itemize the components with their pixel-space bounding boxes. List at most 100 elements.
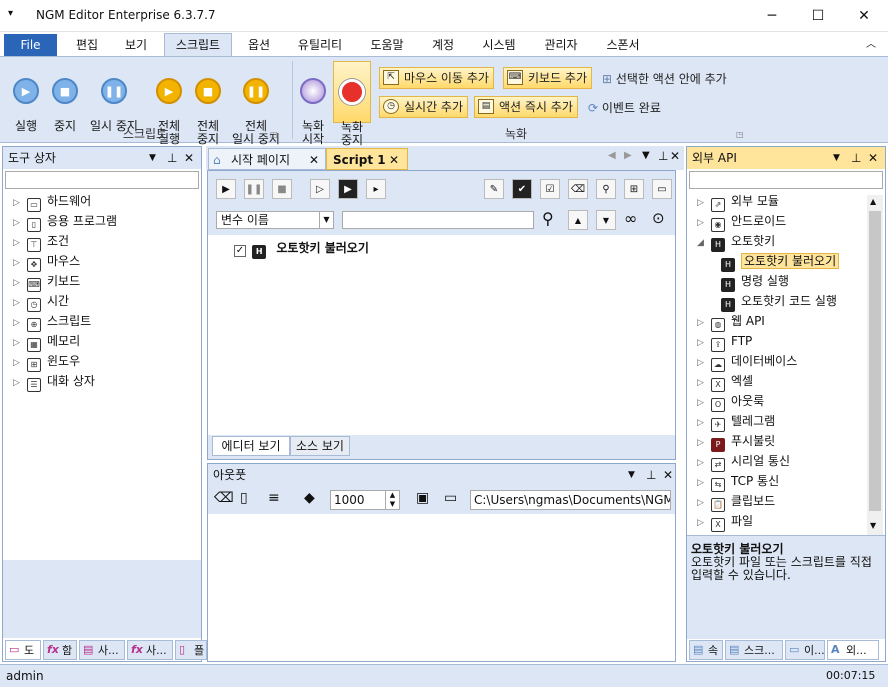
toolbox-item[interactable]: ▷ ◷ 시간: [13, 291, 69, 313]
list-icon[interactable]: ≡: [268, 490, 280, 506]
check-all-icon[interactable]: ✔: [512, 179, 532, 199]
api-scrollbar[interactable]: ▲ ▼: [867, 195, 883, 535]
loop-icon[interactable]: ∞: [624, 209, 637, 228]
dropdown-icon[interactable]: ▼: [833, 147, 840, 169]
close-icon[interactable]: ✕: [663, 464, 673, 486]
tab-help[interactable]: 도움말: [358, 34, 416, 56]
scroll-down-icon[interactable]: ▼: [870, 521, 876, 530]
run-button[interactable]: ▶ 실행: [6, 65, 46, 133]
api-item[interactable]: ▷ ⇪ FTP: [697, 331, 752, 352]
api-item[interactable]: ▷ ◉ 안드로이드: [697, 211, 786, 232]
api-item[interactable]: H 명령 실행: [717, 271, 789, 292]
scroll-up-icon[interactable]: ▲: [870, 197, 876, 206]
tab-file[interactable]: File: [4, 34, 57, 56]
api-item[interactable]: ▷ 📋 클립보드: [697, 491, 775, 513]
output-path-input[interactable]: C:\Users\ngmas\Documents\NGM6\: [470, 490, 671, 510]
expand-icon[interactable]: ▷: [13, 333, 23, 353]
pin-icon[interactable]: ⊥: [851, 147, 861, 169]
api-item[interactable]: ◢ H 오토핫키: [697, 231, 775, 253]
tab-script-1[interactable]: Script 1 ✕: [326, 148, 408, 170]
expand-icon[interactable]: ▷: [697, 493, 707, 513]
collapse-ribbon-icon[interactable]: ︿: [862, 34, 880, 56]
close-tab-icon[interactable]: ✕: [389, 149, 399, 171]
add-in-selected-button[interactable]: ⊞ 선택한 액션 안에 추가: [602, 70, 727, 87]
tab-script[interactable]: 스크립트: [164, 33, 232, 57]
expand-icon[interactable]: ▷: [697, 313, 707, 333]
api-item[interactable]: ▷ X 파일: [697, 511, 753, 533]
toolbox-item[interactable]: ▷ ✥ 마우스: [13, 251, 80, 273]
expand-icon[interactable]: ▷: [13, 233, 23, 253]
play-icon[interactable]: ▶: [216, 179, 236, 199]
clear-icon[interactable]: ⌫: [214, 490, 234, 506]
tab-admin[interactable]: 관리자: [532, 34, 590, 56]
run-from-icon[interactable]: ▶: [338, 179, 358, 199]
more-icon[interactable]: ⊙: [652, 209, 665, 227]
variable-select[interactable]: 변수 이름 ▼: [216, 211, 334, 229]
api-item[interactable]: ▷ ⇄ 시리얼 통신: [697, 451, 790, 473]
check-icon[interactable]: ☑: [540, 179, 560, 199]
system-menu-icon[interactable]: ▾: [8, 8, 13, 19]
toolbox-item[interactable]: ▷ ⌨ 키보드: [13, 271, 80, 293]
expand-icon[interactable]: ▷: [697, 453, 707, 473]
maximize-button[interactable]: ☐: [795, 0, 841, 32]
output-log[interactable]: [208, 514, 675, 661]
tab-list-icon[interactable]: ▼: [642, 150, 650, 161]
toolbox-item[interactable]: ▷ ⊤ 조건: [13, 231, 69, 253]
pin-icon[interactable]: ⊥: [646, 464, 656, 486]
expand-icon[interactable]: ▷: [13, 213, 23, 233]
expand-icon[interactable]: ◢: [697, 233, 707, 253]
save-icon[interactable]: ▣: [416, 490, 429, 506]
eraser-icon[interactable]: ◆: [304, 490, 315, 506]
tab-sponsor[interactable]: 스폰서: [594, 34, 652, 56]
toolbox-item[interactable]: ▷ ☰ 대화 상자: [13, 371, 95, 392]
toolbox-item[interactable]: ▷ ▯ 응용 프로그램: [13, 211, 117, 233]
tab-editor-view[interactable]: 에디터 보기: [212, 436, 290, 456]
toolbox-item[interactable]: ▷ ▭ 하드웨어: [13, 191, 91, 212]
stop-icon[interactable]: ■: [272, 179, 292, 199]
expand-icon[interactable]: ▷: [697, 393, 707, 413]
expand-icon[interactable]: ▷: [697, 353, 707, 373]
variable-value-input[interactable]: [342, 211, 534, 229]
tab-source-view[interactable]: 소스 보기: [290, 436, 350, 456]
expand-icon[interactable]: ▷: [697, 433, 707, 453]
record-stop-button[interactable]: 녹화 중지: [333, 61, 371, 147]
api-bottom-tab[interactable]: ▭ 이...: [785, 640, 825, 660]
tab-view[interactable]: 보기: [112, 34, 160, 56]
document-search-icon[interactable]: ▯: [240, 490, 248, 506]
api-item[interactable]: H 오토핫키 불러오기: [717, 251, 840, 272]
run-to-icon[interactable]: ▸: [366, 179, 386, 199]
add-realtime-button[interactable]: ◷ 실시간 추가: [379, 96, 469, 118]
expand-icon[interactable]: ▷: [13, 253, 23, 273]
stop-button[interactable]: ■ 중지: [46, 65, 84, 133]
api-item[interactable]: ▷ ◍ 웹 API: [697, 311, 765, 333]
expand-icon[interactable]: ▷: [697, 193, 707, 213]
pin-icon[interactable]: ⊥: [167, 147, 177, 169]
script-line[interactable]: ✓ H 오토핫키 불러오기: [234, 239, 369, 259]
api-item[interactable]: ▷ ☁ 데이터베이스: [697, 351, 797, 373]
tab-system[interactable]: 시스템: [470, 34, 528, 56]
expand-icon[interactable]: ▷: [13, 293, 23, 313]
expand-icon[interactable]: ▷: [13, 273, 23, 293]
toolbox-bottom-tab[interactable]: fx 사...: [127, 640, 173, 660]
hierarchy-icon[interactable]: ⊞: [624, 179, 644, 199]
api-bottom-tab[interactable]: A 외...: [827, 640, 879, 660]
expand-icon[interactable]: ▷: [697, 473, 707, 493]
tab-start-page[interactable]: ⌂ 시작 페이지 ✕: [208, 148, 326, 170]
pause-button[interactable]: ❚❚ 일시 중지: [86, 65, 142, 133]
expand-icon[interactable]: ▷: [697, 373, 707, 393]
api-bottom-tab[interactable]: ▤ 스크...: [725, 640, 783, 660]
api-item[interactable]: ▷ ⇆ TCP 통신: [697, 471, 779, 493]
toolbox-item[interactable]: ▷ ▦ 메모리: [13, 331, 80, 353]
api-item[interactable]: ▷ P 푸시불릿: [697, 431, 775, 453]
add-mouse-move-button[interactable]: ⇱ 마우스 이동 추가: [379, 67, 494, 89]
pin-icon[interactable]: ⊥: [658, 149, 668, 163]
api-item[interactable]: ▷ O 아웃룩: [697, 391, 764, 413]
event-complete-button[interactable]: ⟳ 이벤트 완료: [588, 99, 661, 116]
close-icon[interactable]: ✕: [670, 149, 680, 163]
scroll-thumb[interactable]: [869, 211, 881, 511]
close-icon[interactable]: ✕: [868, 147, 878, 169]
edit-icon[interactable]: ✎: [484, 179, 504, 199]
move-down-icon[interactable]: ▼: [596, 210, 616, 230]
expand-icon[interactable]: ▷: [697, 513, 707, 533]
output-count-stepper[interactable]: 1000 ▲ ▼: [330, 490, 400, 510]
